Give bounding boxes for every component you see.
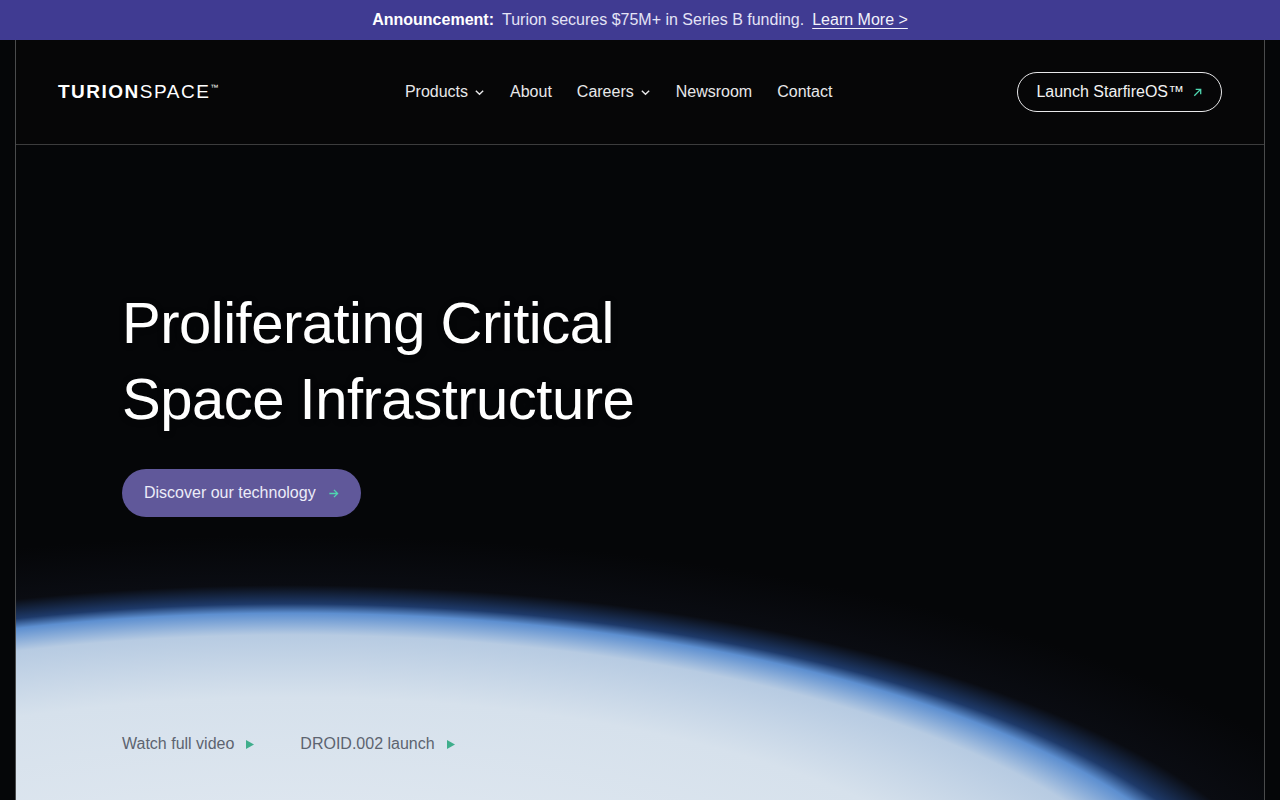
- discover-label: Discover our technology: [144, 481, 316, 505]
- hero-title: Proliferating CriticalSpace Infrastructu…: [122, 285, 1264, 437]
- nav-label: Newsroom: [676, 80, 752, 104]
- hero-title-line: Proliferating Critical: [122, 285, 1264, 361]
- hero-link-label: Watch full video: [122, 732, 234, 756]
- nav-item[interactable]: Products: [405, 80, 485, 104]
- announcement-label: Announcement:: [372, 8, 494, 32]
- arrow-up-right-icon: [1192, 87, 1203, 98]
- page-frame: TURIONSPACE™ Products About Careers Newsroom…: [15, 40, 1265, 800]
- hero-link-label: DROID.002 launch: [300, 732, 434, 756]
- play-icon: [447, 740, 455, 749]
- nav-item[interactable]: Careers: [577, 80, 651, 104]
- hero-links: Watch full video DROID.002 launch: [122, 732, 1264, 756]
- hero-title-line: Space Infrastructure: [122, 361, 1264, 437]
- nav-label: Contact: [777, 80, 832, 104]
- announcement-bar: Announcement: Turion secures $75M+ in Ser…: [0, 0, 1280, 40]
- nav-item[interactable]: Contact: [777, 80, 832, 104]
- launch-label: Launch StarfireOS™: [1036, 80, 1184, 104]
- nav-label: About: [510, 80, 552, 104]
- hero-section: Proliferating CriticalSpace Infrastructu…: [16, 145, 1264, 800]
- learn-more-link[interactable]: Learn More >: [812, 8, 908, 32]
- chevron-down-icon: [640, 87, 651, 98]
- announcement-text: Turion secures $75M+ in Series B funding…: [502, 8, 804, 32]
- hero-link[interactable]: DROID.002 launch: [300, 732, 454, 756]
- nav-item[interactable]: Newsroom: [676, 80, 752, 104]
- arrow-right-icon: [328, 488, 339, 499]
- logo-bold: TURION: [58, 81, 140, 102]
- logo-trademark: ™: [210, 83, 220, 92]
- logo-light: SPACE: [140, 81, 211, 102]
- play-icon: [246, 740, 254, 749]
- nav-menu: Products About Careers Newsroom Contact: [405, 80, 832, 104]
- nav-item[interactable]: About: [510, 80, 552, 104]
- nav-label: Careers: [577, 80, 634, 104]
- hero-link[interactable]: Watch full video: [122, 732, 254, 756]
- launch-button[interactable]: Launch StarfireOS™: [1017, 72, 1222, 112]
- main-navbar: TURIONSPACE™ Products About Careers Newsroom…: [16, 40, 1264, 145]
- chevron-down-icon: [474, 87, 485, 98]
- nav-label: Products: [405, 80, 468, 104]
- logo[interactable]: TURIONSPACE™: [58, 78, 220, 107]
- discover-button[interactable]: Discover our technology: [122, 469, 361, 517]
